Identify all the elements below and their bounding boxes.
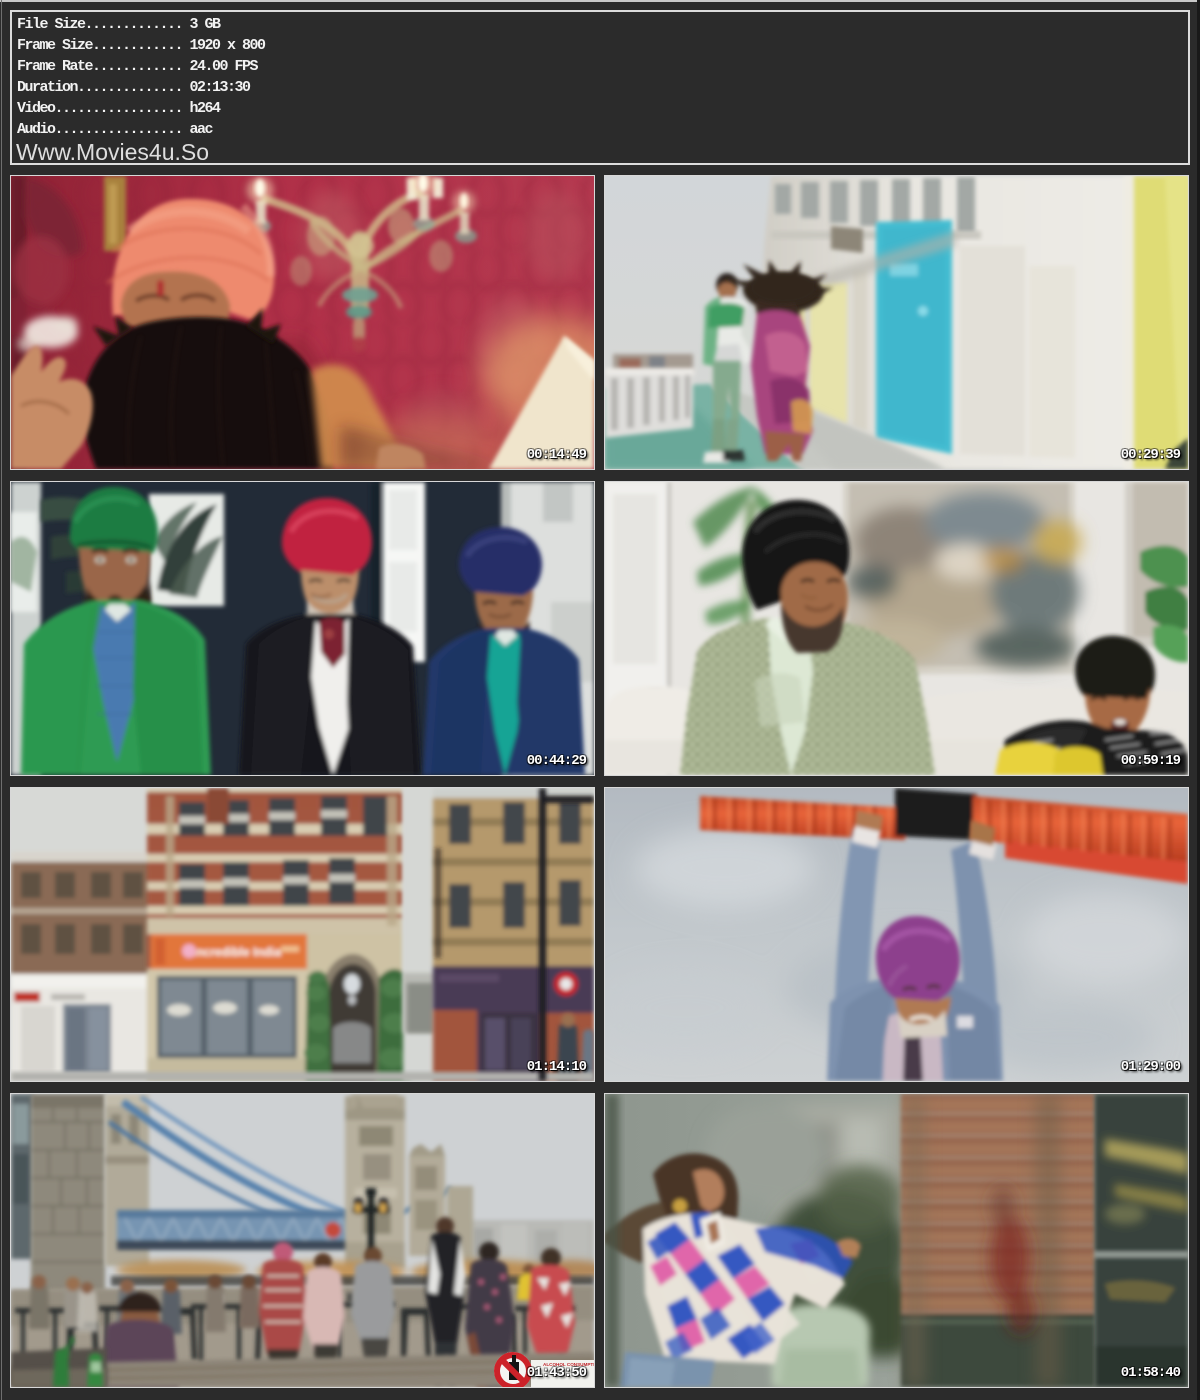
svg-text:Incredible India: Incredible India [193, 945, 281, 959]
